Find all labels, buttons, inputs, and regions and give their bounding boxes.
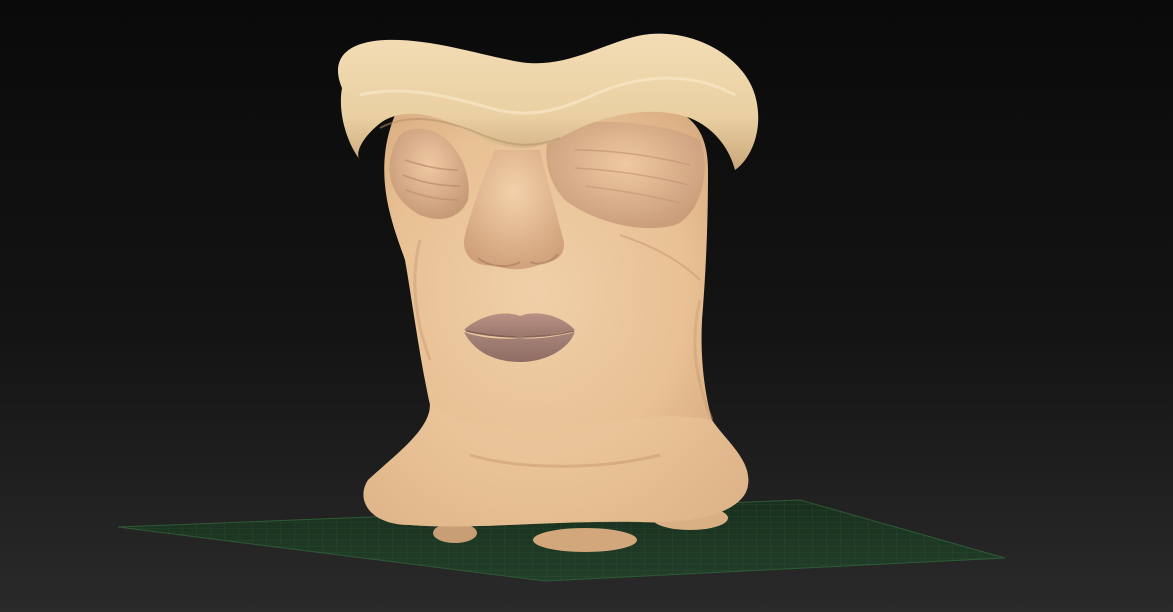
sculpted-head-mesh[interactable] [337,33,759,552]
scene[interactable] [0,0,1173,612]
3d-viewport[interactable] [0,0,1173,612]
